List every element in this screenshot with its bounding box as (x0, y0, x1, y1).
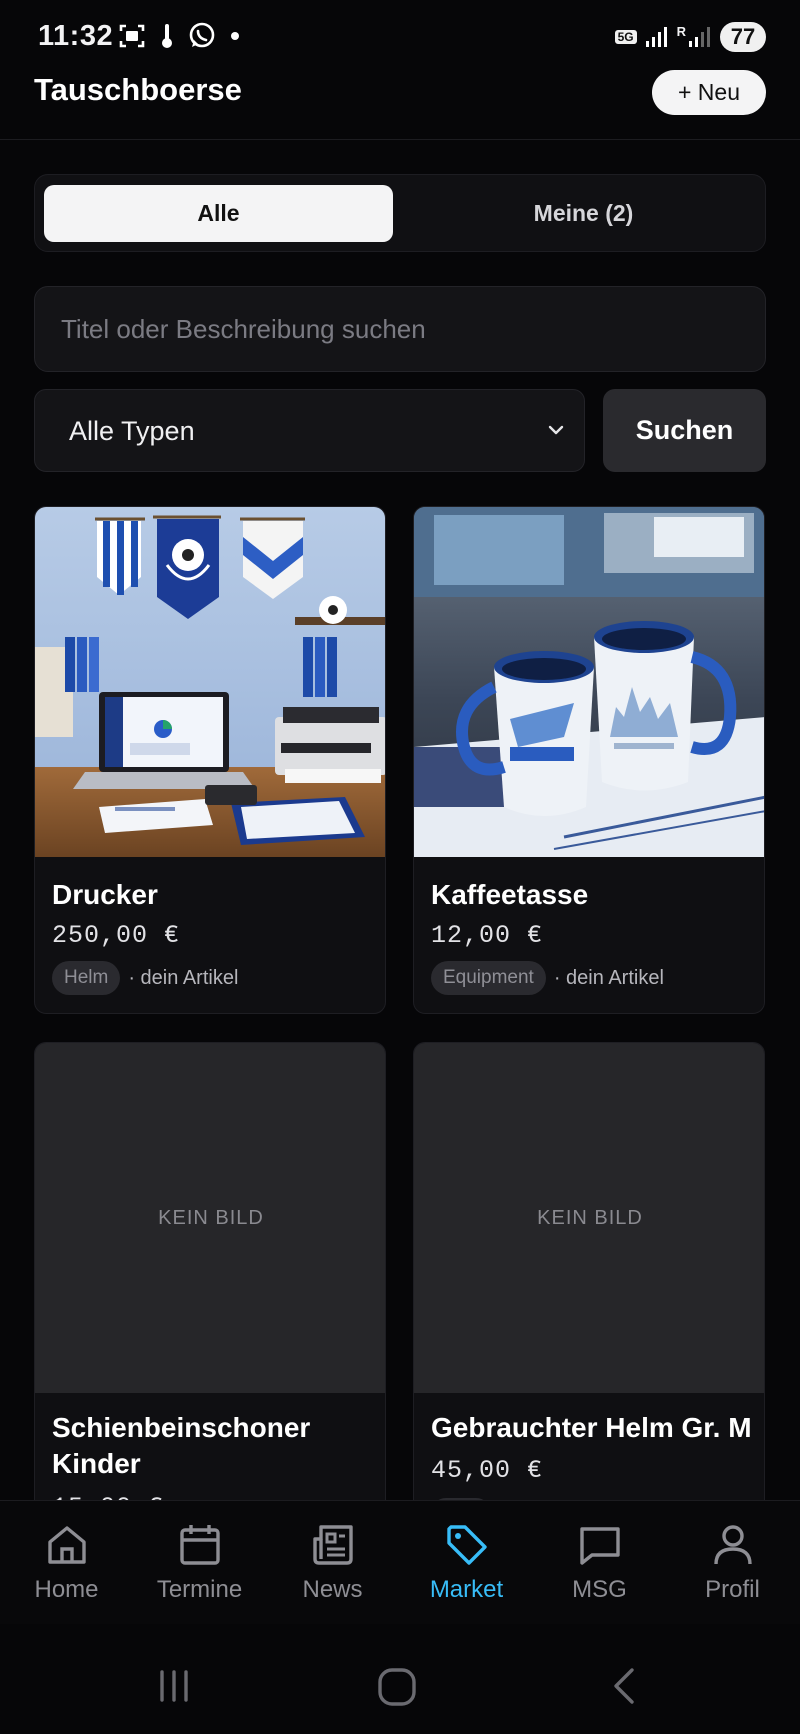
new-listing-button[interactable]: + Neu (652, 70, 766, 115)
nav-news[interactable]: News (266, 1521, 399, 1603)
notification-icons (118, 22, 240, 50)
battery-indicator: 77 (720, 22, 766, 52)
signal-roaming-icon (689, 27, 710, 47)
home-button-icon[interactable] (376, 1666, 418, 1708)
nav-label: MSG (572, 1576, 627, 1603)
chat-icon (579, 1527, 620, 1565)
listing-image-placeholder: KEIN BILD (35, 1043, 385, 1393)
dot-icon (231, 32, 239, 40)
signal-icon (645, 27, 667, 47)
listing-card[interactable]: KEIN BILD Schienbeinschoner Kinder 15,00… (34, 1042, 386, 1512)
system-navigation-bar (0, 1624, 800, 1734)
calendar-icon (179, 1525, 220, 1565)
system-status-icons: 5G R 77 (614, 22, 766, 52)
listing-price: 250,00 € (52, 921, 181, 950)
nav-profil[interactable]: Profil (666, 1521, 799, 1603)
listing-meta: Helm · dein Artikel (52, 961, 238, 995)
search-button[interactable]: Suchen (603, 389, 766, 472)
listing-title: Drucker (52, 879, 158, 910)
owner-label: · dein Artikel (553, 966, 664, 989)
listing-price: 45,00 € (431, 1456, 544, 1485)
listing-image-placeholder: KEIN BILD (414, 1043, 764, 1393)
nav-home[interactable]: Home (0, 1521, 133, 1603)
nav-market[interactable]: Market (400, 1521, 533, 1603)
status-bar: 11:32 5G R 77 (0, 0, 800, 70)
office-printer-photo (35, 507, 385, 857)
listing-title: Gebrauchter Helm Gr. M (431, 1412, 752, 1443)
listing-card[interactable]: Kaffeetasse 12,00 € Equipment · dein Art… (413, 506, 765, 1014)
network-type-label: 5G (614, 30, 637, 44)
listing-title: Kaffeetasse (431, 879, 589, 910)
listing-image (35, 507, 385, 857)
type-badge: Helm (52, 961, 121, 995)
tab-all[interactable]: Alle (44, 185, 393, 242)
nav-termine[interactable]: Termine (133, 1521, 266, 1603)
mugs-photo (414, 507, 764, 857)
tab-mine[interactable]: Meine (2) (409, 185, 758, 242)
listing-title: Schienbeinschoner Kinder (52, 1412, 311, 1479)
app-header: Tauschboerse + Neu (0, 70, 800, 140)
back-icon[interactable] (604, 1666, 644, 1706)
type-select-value: Alle Typen (69, 416, 195, 446)
nav-label: News (302, 1576, 363, 1603)
listing-image (414, 507, 764, 857)
listing-meta: Equipment · dein Artikel (431, 961, 664, 995)
listing-price: 12,00 € (431, 921, 544, 950)
chevron-down-icon (548, 425, 564, 435)
nav-label: Termine (156, 1576, 243, 1603)
thermometer-icon (162, 24, 172, 48)
no-image-label: KEIN BILD (158, 1206, 264, 1229)
nav-msg[interactable]: MSG (533, 1521, 666, 1603)
type-badge: Equipment (431, 961, 546, 995)
nav-label: Market (429, 1576, 504, 1603)
status-time: 11:32 (38, 20, 114, 52)
recent-apps-icon[interactable] (154, 1666, 194, 1706)
newspaper-icon (312, 1525, 353, 1565)
user-icon (713, 1525, 752, 1565)
owner-label: · dein Artikel (128, 966, 239, 989)
nav-label: Profil (705, 1576, 760, 1603)
home-icon (47, 1526, 86, 1564)
screenshot-icon (119, 24, 145, 48)
filter-tabs: Alle Meine (2) (34, 174, 766, 252)
bottom-navigation: Home Termine News Market MSG Profil (0, 1500, 800, 1624)
nav-label: Home (34, 1576, 99, 1603)
tag-icon (446, 1525, 487, 1565)
listing-card[interactable]: KEIN BILD Gebrauchter Helm Gr. M 45,00 € (413, 1042, 765, 1512)
listing-card[interactable]: Drucker 250,00 € Helm · dein Artikel (34, 506, 386, 1014)
type-select[interactable]: Alle Typen (34, 389, 585, 472)
no-image-label: KEIN BILD (537, 1206, 643, 1229)
page-title: Tauschboerse (34, 72, 242, 107)
roaming-label: R (676, 23, 686, 39)
search-input[interactable] (34, 286, 766, 372)
whatsapp-icon (189, 22, 215, 48)
